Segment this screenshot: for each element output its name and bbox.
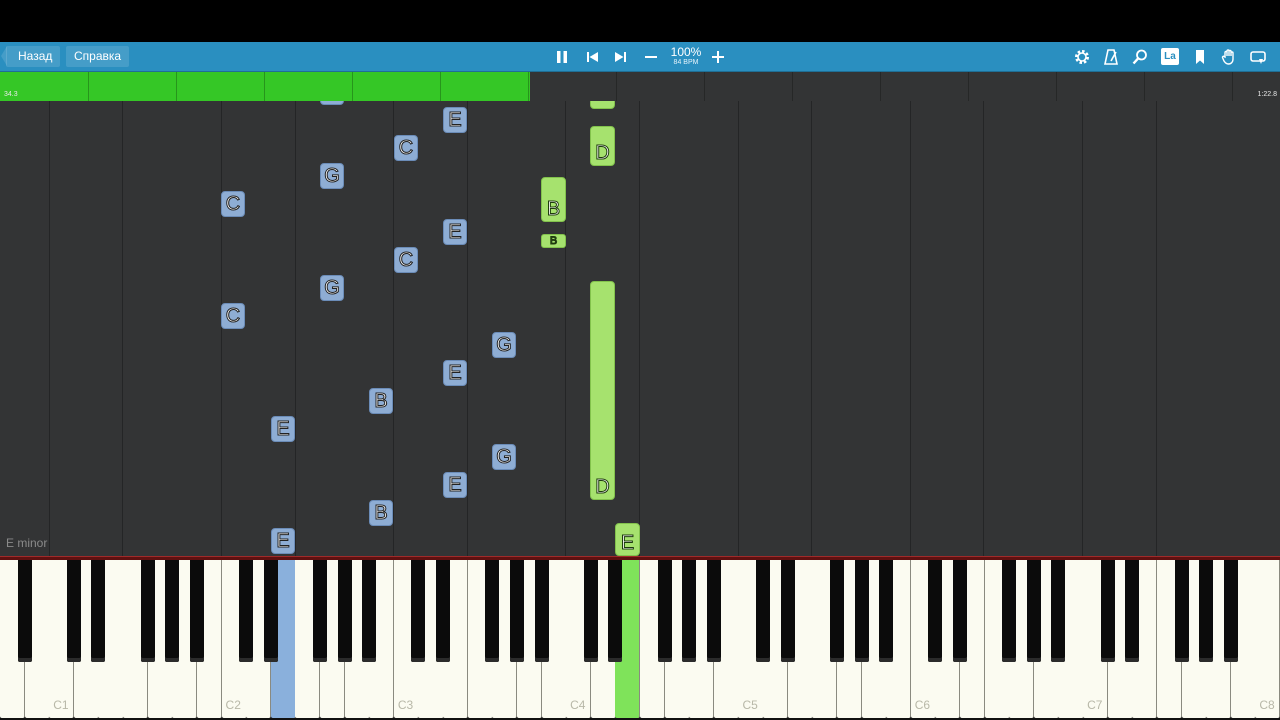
octave-label: C8: [1259, 698, 1275, 712]
metronome-icon[interactable]: [1102, 48, 1120, 66]
black-key[interactable]: [1125, 560, 1140, 662]
note: E: [443, 107, 467, 133]
note: E: [443, 360, 467, 386]
note: E: [443, 472, 467, 498]
black-key[interactable]: [17, 560, 32, 662]
help-button[interactable]: Справка: [66, 46, 130, 67]
black-key[interactable]: [682, 560, 697, 662]
note: D: [590, 281, 615, 500]
note: C: [221, 303, 245, 329]
note: G: [320, 163, 344, 189]
pause-icon[interactable]: [553, 48, 571, 66]
black-key[interactable]: [362, 560, 377, 662]
black-key[interactable]: [608, 560, 623, 662]
black-key[interactable]: [706, 560, 721, 662]
current-time: 34.3: [4, 91, 18, 98]
back-button[interactable]: Назад: [0, 46, 61, 67]
octave-label: C1: [53, 698, 69, 712]
note: B: [369, 388, 393, 414]
la-icon[interactable]: La: [1161, 48, 1179, 65]
black-key[interactable]: [189, 560, 204, 662]
bookmark-icon[interactable]: [1191, 48, 1209, 66]
octave-label: C6: [914, 698, 931, 712]
total-time: 1:22.8: [1257, 91, 1277, 98]
black-key[interactable]: [657, 560, 672, 662]
note: C: [394, 247, 418, 273]
black-key[interactable]: [1199, 560, 1214, 662]
note: G: [492, 444, 516, 470]
black-key[interactable]: [1026, 560, 1041, 662]
zoom-level: 100%: [670, 45, 702, 59]
note: G: [320, 275, 344, 301]
previous-icon[interactable]: [583, 48, 601, 66]
black-key[interactable]: [165, 560, 180, 662]
timeline-scrubber[interactable]: 34.3 1:22.8: [0, 72, 1280, 102]
note: B: [369, 500, 393, 526]
black-key[interactable]: [337, 560, 352, 662]
note: B: [541, 177, 566, 222]
black-key[interactable]: [928, 560, 943, 662]
black-key[interactable]: [263, 560, 278, 662]
black-key[interactable]: [1002, 560, 1017, 662]
note: E: [271, 416, 295, 442]
note: E: [615, 523, 640, 556]
note-partial: [320, 101, 344, 105]
top-letterbox: [0, 0, 1280, 42]
octave-label: C4: [570, 698, 586, 712]
minus-icon[interactable]: [642, 48, 660, 66]
black-key[interactable]: [485, 560, 500, 662]
black-key[interactable]: [829, 560, 844, 662]
gear-icon[interactable]: [1073, 48, 1091, 66]
piano-roll: E C G C E C G C G E B E G E B E D B B D …: [0, 101, 1280, 556]
black-key[interactable]: [583, 560, 598, 662]
black-key[interactable]: [313, 560, 327, 662]
toolbar: Назад Справка 100% 84 BPM La: [0, 42, 1280, 72]
black-key[interactable]: [66, 560, 81, 662]
note-partial: [590, 101, 615, 109]
octave-label: C5: [742, 698, 758, 712]
black-key[interactable]: [1223, 560, 1238, 662]
black-key[interactable]: [140, 560, 155, 662]
octave-label: C2: [225, 698, 241, 712]
black-key[interactable]: [436, 560, 451, 662]
hand-icon[interactable]: [1220, 48, 1238, 66]
loop-icon[interactable]: [1249, 48, 1267, 66]
bpm-readout: 84 BPM: [673, 59, 699, 66]
next-icon[interactable]: [612, 48, 630, 66]
black-key[interactable]: [1051, 560, 1066, 662]
piano-keyboard[interactable]: C1 C2 C3 C4 C5 C6 C7 C8: [0, 560, 1280, 720]
note: E: [271, 528, 295, 554]
black-key[interactable]: [239, 560, 254, 662]
black-key[interactable]: [756, 560, 771, 662]
plus-icon[interactable]: [709, 48, 727, 66]
note: C: [394, 135, 418, 161]
note: G: [492, 332, 516, 358]
black-key[interactable]: [854, 560, 869, 662]
black-key[interactable]: [1174, 560, 1189, 662]
black-key[interactable]: [1100, 560, 1115, 662]
search-icon[interactable]: [1131, 48, 1149, 66]
black-key[interactable]: [509, 560, 524, 662]
note: C: [221, 191, 245, 217]
black-key[interactable]: [411, 560, 426, 662]
key-signature-label: E minor: [6, 536, 48, 550]
octave-label: C3: [397, 698, 414, 712]
note: B: [541, 234, 566, 248]
octave-label: C7: [1087, 698, 1103, 712]
note: D: [590, 126, 615, 166]
black-key[interactable]: [780, 560, 795, 662]
note: E: [443, 219, 467, 245]
black-key[interactable]: [953, 560, 967, 662]
black-key[interactable]: [534, 560, 549, 662]
black-key[interactable]: [879, 560, 894, 662]
white-key[interactable]: [1255, 560, 1280, 718]
black-key[interactable]: [91, 560, 106, 662]
